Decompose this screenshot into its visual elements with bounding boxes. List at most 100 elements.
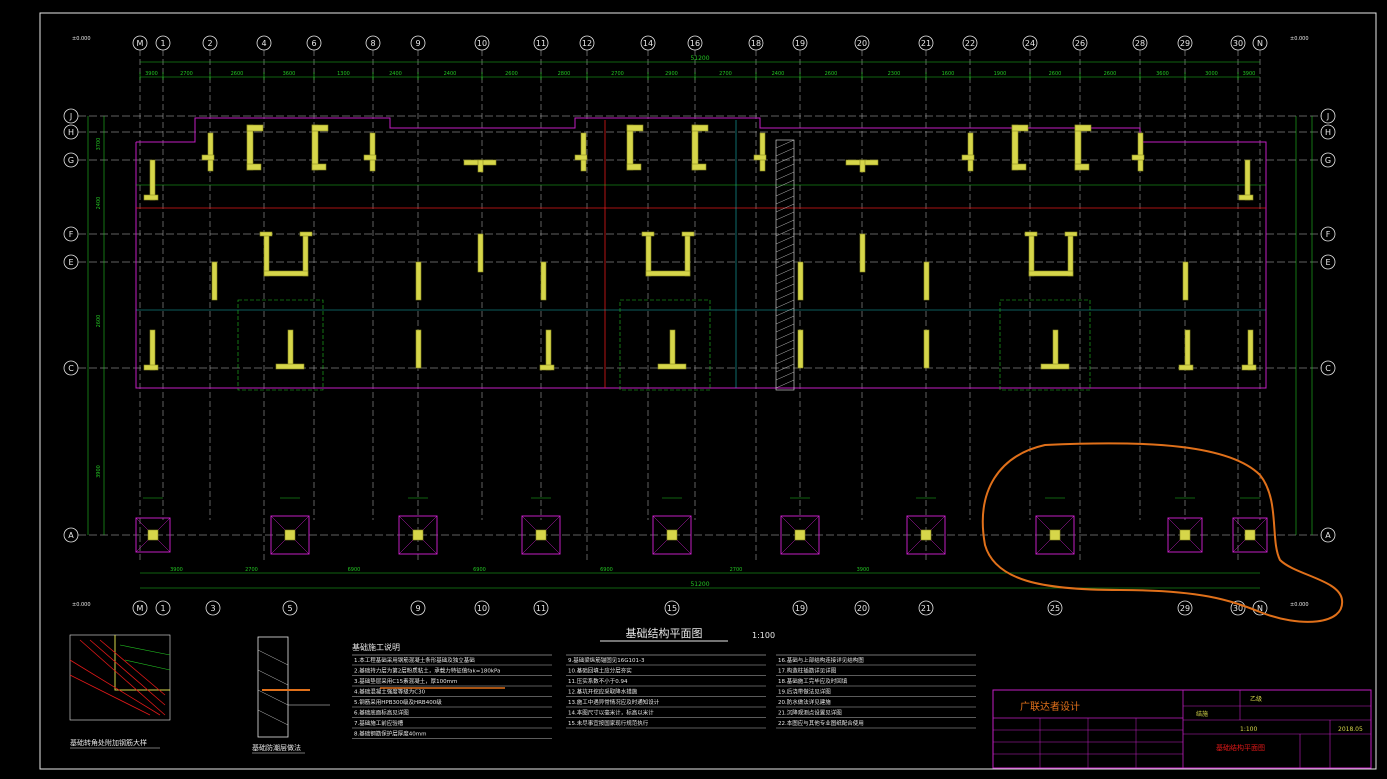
wall-segment — [961, 132, 975, 172]
annotation-circle — [981, 442, 1344, 623]
axis-label-row: G — [1325, 156, 1331, 165]
note-line: 16.基础与上部结构连接详见结构图 — [778, 656, 864, 664]
wall-segment — [923, 261, 930, 301]
wall-segment — [415, 329, 422, 369]
note-line: 7.基础施工前应验槽 — [354, 719, 404, 727]
dim-total-top: 51200 — [690, 55, 709, 62]
note-line: 6.基础底面标高见详图 — [354, 709, 409, 717]
wall-segment — [641, 231, 695, 277]
hatch — [775, 235, 795, 245]
wall-segment — [574, 132, 588, 172]
wall-segment — [657, 329, 687, 370]
pad-outline — [999, 299, 1091, 391]
title-block-company: 广联达者设计 — [1020, 700, 1080, 713]
dim-segment-top: 3600 — [1156, 71, 1169, 77]
dim-segment-top: 2700 — [180, 71, 193, 77]
axis-label-bottom: 20 — [857, 604, 867, 613]
axis-label-top: 12 — [582, 39, 592, 48]
pad-outline — [237, 299, 324, 391]
wall-segment — [259, 231, 313, 277]
dim-segment-top: 1600 — [942, 71, 955, 77]
axis-label-top: 10 — [477, 39, 487, 48]
hatch — [775, 259, 795, 269]
hatch — [775, 323, 795, 333]
axis-label-top: 20 — [857, 39, 867, 48]
hatch — [775, 267, 795, 277]
note-line: 13.施工中遇异常情况应及时通知设计 — [568, 698, 660, 706]
hatch — [775, 219, 795, 229]
pad-outline — [619, 299, 711, 391]
dim-segment-top: 2700 — [611, 71, 624, 77]
dim-segment-bottom: 6900 — [473, 567, 486, 573]
note-line: 21.沉降观测点设置见详图 — [778, 709, 842, 717]
svg-text:基础转角处附加钢筋大样: 基础转角处附加钢筋大样 — [70, 738, 147, 747]
wall-segment — [1238, 159, 1254, 201]
axis-label-top: 8 — [370, 39, 375, 48]
dim-left: 2400 — [96, 197, 102, 210]
wall-segment — [211, 261, 218, 301]
axis-label-row: F — [69, 230, 74, 239]
dim-left: 3700 — [96, 138, 102, 151]
dim-segment-top: 1300 — [337, 71, 350, 77]
dim-segment-top: 2600 — [505, 71, 518, 77]
axis-labels-layer: M 1 2 4 6 8 9 10 11 12 14 16 18 19 20 21 22 24 26 28 29 30 NM 1… — [63, 35, 1336, 616]
hatched-strip — [775, 139, 795, 391]
hatch — [775, 187, 795, 197]
hatch — [775, 291, 795, 301]
note-line: 14.本图尺寸以毫米计，标高以米计 — [568, 709, 654, 717]
axis-label-bottom: 15 — [667, 604, 677, 613]
isolated-footing — [135, 497, 171, 553]
dim-segment-top: 2400 — [444, 71, 457, 77]
axis-label-top: 26 — [1075, 39, 1085, 48]
note-line: 2.基础持力层为第2层粉质粘土，承载力特征值fak=180kPa — [354, 667, 500, 675]
dim-segment-bottom: 6900 — [348, 567, 361, 573]
axis-label-bottom: M — [137, 604, 144, 613]
dim-segment-top: 1900 — [994, 71, 1007, 77]
axis-label-row: A — [1325, 531, 1331, 540]
hatch — [775, 339, 795, 349]
hatch — [775, 379, 795, 389]
axis-label-top: 2 — [207, 39, 212, 48]
axis-label-row: A — [68, 531, 74, 540]
cad-drawing-canvas[interactable]: 51200 51200 3900 2700 2600 3600 1300 2400 2400 26… — [0, 0, 1387, 775]
wall-segment — [540, 261, 547, 301]
dim-segment-top: 2600 — [825, 71, 838, 77]
isolated-footing — [1035, 497, 1075, 555]
axis-label-row: G — [68, 156, 74, 165]
note-line: 19.后浇带做法见详图 — [778, 688, 831, 696]
dim-segment-top: 3900 — [1243, 71, 1256, 77]
dim-segment-bottom: 2700 — [245, 567, 258, 573]
dim-segment-top: 2600 — [1049, 71, 1062, 77]
hatch — [775, 307, 795, 317]
wall-segment — [1178, 329, 1194, 371]
axis-label-row: H — [1325, 128, 1331, 137]
hatch — [775, 147, 795, 157]
dim-segment-top: 3900 — [145, 71, 158, 77]
hatch — [775, 371, 795, 381]
hatch — [775, 275, 795, 285]
wall-segment — [477, 233, 484, 273]
wall-segment — [1040, 329, 1070, 370]
axis-label-top: 29 — [1180, 39, 1190, 48]
axis-label-row: H — [68, 128, 74, 137]
axis-label-bottom: 29 — [1180, 604, 1190, 613]
note-line: 17.构造柱插筋详见详图 — [778, 667, 837, 675]
wall-segment — [143, 329, 159, 371]
note-line: 8.基础钢筋保护层厚度40mm — [354, 730, 426, 738]
axis-label-top: 14 — [643, 39, 653, 48]
svg-text:基础防潮层做法: 基础防潮层做法 — [252, 743, 301, 752]
axis-label-top: M — [137, 39, 144, 48]
isolated-footing — [1167, 497, 1203, 553]
axis-label-top: 16 — [690, 39, 700, 48]
note-line: 3.基础垫层采用C15素混凝土，厚100mm — [354, 677, 457, 685]
axis-label-row: E — [68, 258, 73, 267]
dimension-layer: 51200 51200 3900 2700 2600 3600 1300 2400 2400 26… — [87, 55, 1313, 589]
dim-segment-top: 2800 — [558, 71, 571, 77]
axis-label-top: 21 — [921, 39, 931, 48]
hatch — [775, 243, 795, 253]
dim-segment-top: 2700 — [719, 71, 732, 77]
hatch — [775, 139, 795, 149]
hatch — [775, 315, 795, 325]
dim-segment-top: 2400 — [772, 71, 785, 77]
hatch — [775, 211, 795, 221]
